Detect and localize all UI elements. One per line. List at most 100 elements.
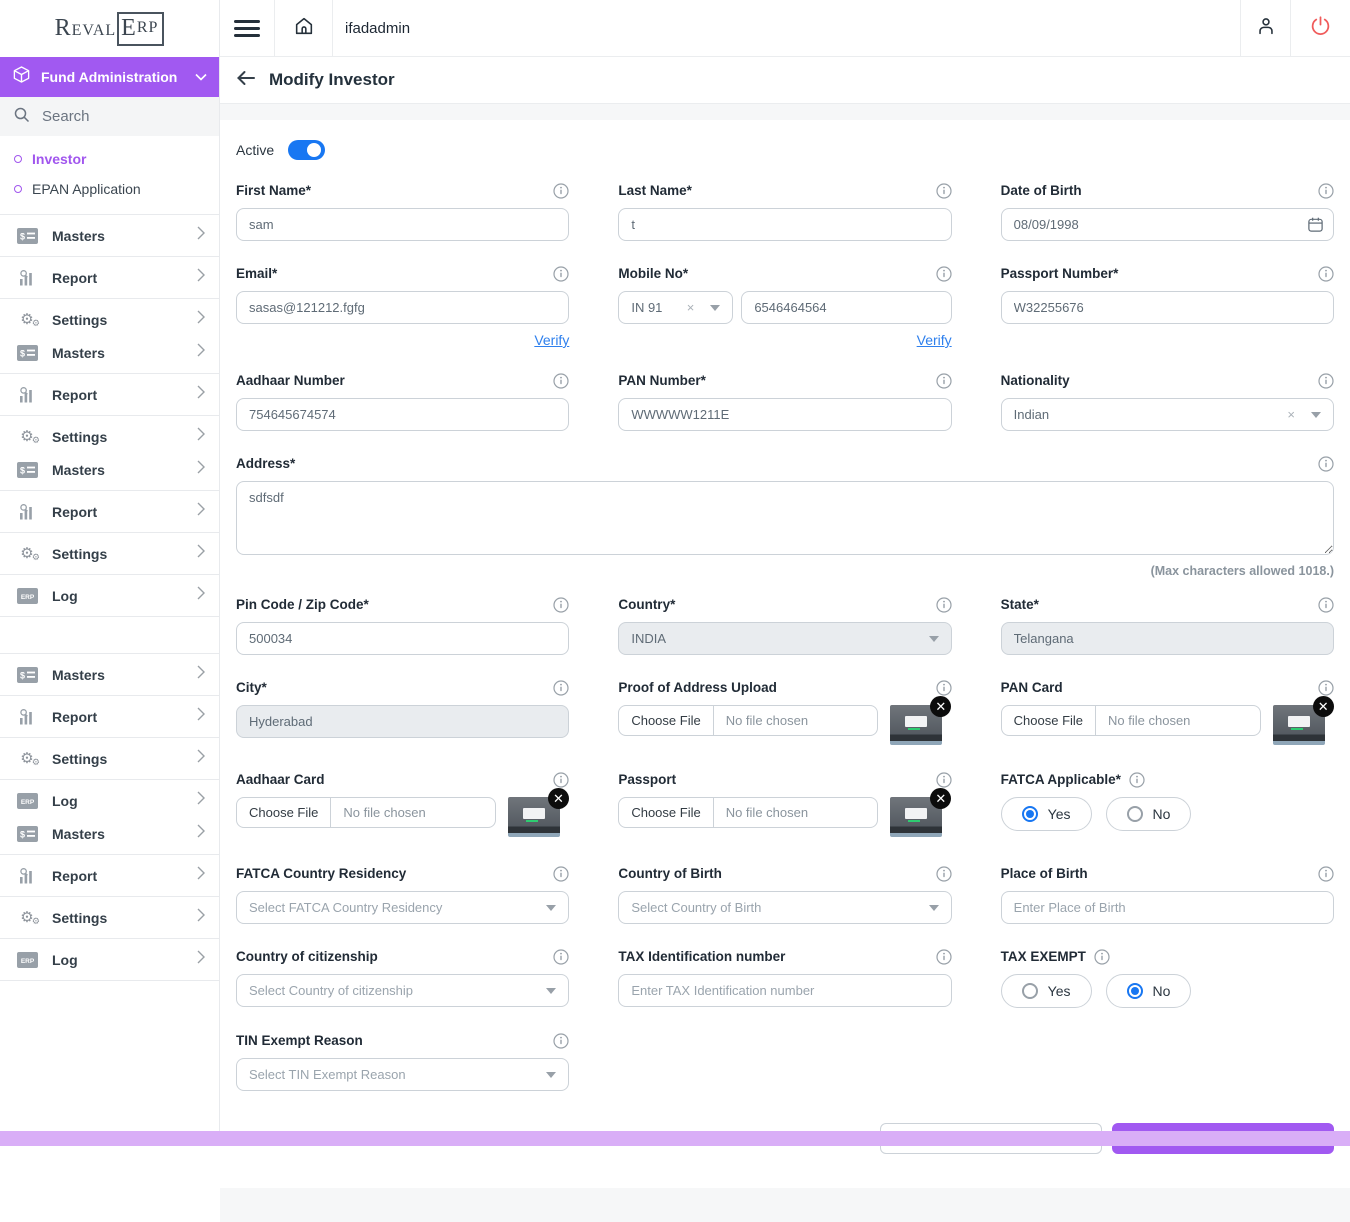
info-icon[interactable] bbox=[553, 373, 569, 389]
info-icon[interactable] bbox=[936, 680, 952, 696]
remove-file-icon[interactable]: ✕ bbox=[1313, 696, 1334, 717]
info-icon[interactable] bbox=[1318, 266, 1334, 282]
sidebar-menu-item[interactable]: Report bbox=[0, 854, 219, 896]
back-button[interactable] bbox=[236, 70, 256, 91]
pan-card-file-input[interactable]: Choose File No file chosen bbox=[1001, 705, 1261, 736]
info-icon[interactable] bbox=[553, 1033, 569, 1049]
fatca-country-select[interactable]: Select FATCA Country Residency bbox=[236, 891, 569, 924]
sidebar-menu-item[interactable]: ⚙⚙Settings$Masters bbox=[0, 415, 219, 490]
info-icon[interactable] bbox=[1318, 456, 1334, 472]
calendar-icon[interactable] bbox=[1307, 216, 1324, 238]
logout-button[interactable] bbox=[1290, 0, 1350, 56]
tin-exempt-reason-select[interactable]: Select TIN Exempt Reason bbox=[236, 1058, 569, 1091]
info-icon[interactable] bbox=[553, 597, 569, 613]
passport-file-input[interactable]: Choose File No file chosen bbox=[618, 797, 878, 828]
info-icon[interactable] bbox=[553, 266, 569, 282]
choose-file-button[interactable]: Choose File bbox=[619, 706, 713, 735]
info-icon[interactable] bbox=[553, 866, 569, 882]
place-of-birth-input[interactable] bbox=[1001, 891, 1334, 924]
remove-file-icon[interactable]: ✕ bbox=[930, 696, 951, 717]
info-icon[interactable] bbox=[1318, 680, 1334, 696]
info-icon[interactable] bbox=[1318, 183, 1334, 199]
proof-of-address-thumbnail[interactable]: ✕ bbox=[890, 705, 942, 745]
settings-icon: ⚙⚙ bbox=[16, 751, 38, 766]
sidebar-menu-item[interactable]: ERPLog bbox=[0, 938, 219, 981]
aadhaar-card-thumbnail[interactable]: ✕ bbox=[508, 797, 560, 837]
page-title-bar: Modify Investor bbox=[220, 57, 1350, 104]
info-icon[interactable] bbox=[1094, 949, 1110, 965]
aadhaar-card-file-input[interactable]: Choose File No file chosen bbox=[236, 797, 496, 828]
info-icon[interactable] bbox=[1318, 866, 1334, 882]
passport-number-input[interactable] bbox=[1001, 291, 1334, 324]
info-icon[interactable] bbox=[1129, 772, 1145, 788]
module-selector[interactable]: Fund Administration bbox=[0, 57, 219, 97]
info-icon[interactable] bbox=[936, 949, 952, 965]
choose-file-button[interactable]: Choose File bbox=[619, 798, 713, 827]
sidebar-item-epan-application[interactable]: EPAN Application bbox=[0, 174, 219, 204]
sidebar-menu-item[interactable]: Report bbox=[0, 695, 219, 737]
citizenship-select[interactable]: Select Country of citizenship bbox=[236, 974, 569, 1007]
tax-exempt-yes-radio[interactable]: Yes bbox=[1001, 974, 1092, 1008]
remove-file-icon[interactable]: ✕ bbox=[548, 788, 569, 809]
pan-card-thumbnail[interactable]: ✕ bbox=[1273, 705, 1325, 745]
profile-button[interactable] bbox=[1240, 0, 1290, 56]
sidebar-menu-item[interactable]: ERPLog$Masters bbox=[0, 779, 219, 854]
nationality-select[interactable]: Indian × bbox=[1001, 398, 1334, 431]
sidebar-menu-item[interactable]: ⚙⚙Settings bbox=[0, 896, 219, 938]
email-input[interactable] bbox=[236, 291, 569, 324]
passport-thumbnail[interactable]: ✕ bbox=[890, 797, 942, 837]
fatca-no-radio[interactable]: No bbox=[1106, 797, 1192, 831]
clear-icon[interactable]: × bbox=[1287, 407, 1295, 422]
sidebar-menu-item[interactable]: $Masters bbox=[0, 653, 219, 695]
sidebar-item-investor[interactable]: Investor bbox=[0, 144, 219, 174]
home-button[interactable] bbox=[275, 0, 333, 56]
sidebar-menu-item[interactable]: $Masters bbox=[0, 214, 219, 256]
dob-input[interactable] bbox=[1001, 208, 1334, 241]
info-icon[interactable] bbox=[1318, 373, 1334, 389]
sidebar-menu-item[interactable]: Report bbox=[0, 490, 219, 532]
email-verify-link[interactable]: Verify bbox=[236, 332, 569, 348]
sidebar-menu-item[interactable]: Report bbox=[0, 256, 219, 298]
fatca-yes-radio[interactable]: Yes bbox=[1001, 797, 1092, 831]
tax-exempt-no-radio[interactable]: No bbox=[1106, 974, 1192, 1008]
info-icon[interactable] bbox=[936, 183, 952, 199]
choose-file-button[interactable]: Choose File bbox=[1002, 706, 1096, 735]
pin-code-input[interactable] bbox=[236, 622, 569, 655]
sidebar-menu-item[interactable]: ⚙⚙Settings bbox=[0, 737, 219, 779]
first-name-input[interactable] bbox=[236, 208, 569, 241]
country-of-birth-select[interactable]: Select Country of Birth bbox=[618, 891, 951, 924]
active-toggle[interactable] bbox=[288, 140, 325, 160]
radio-icon bbox=[1127, 983, 1143, 999]
sidebar-search[interactable]: Search bbox=[0, 97, 219, 136]
info-icon[interactable] bbox=[936, 266, 952, 282]
aadhaar-number-input[interactable] bbox=[236, 398, 569, 431]
pan-number-input[interactable] bbox=[618, 398, 951, 431]
info-icon[interactable] bbox=[936, 772, 952, 788]
address-textarea[interactable]: sdfsdf bbox=[236, 481, 1334, 555]
info-icon[interactable] bbox=[553, 183, 569, 199]
info-icon[interactable] bbox=[936, 373, 952, 389]
masters-icon: $ bbox=[16, 462, 38, 478]
sidebar-menu-item[interactable]: Report bbox=[0, 373, 219, 415]
mobile-input[interactable] bbox=[741, 291, 951, 324]
mobile-verify-link[interactable]: Verify bbox=[618, 332, 951, 348]
country-code-select[interactable]: IN 91 × bbox=[618, 291, 733, 324]
remove-file-icon[interactable]: ✕ bbox=[930, 788, 951, 809]
info-icon[interactable] bbox=[553, 680, 569, 696]
tax-id-input[interactable] bbox=[618, 974, 951, 1007]
sidebar-menu-item[interactable]: ERPLog bbox=[0, 574, 219, 616]
menu-toggle-button[interactable] bbox=[220, 0, 275, 56]
info-icon[interactable] bbox=[1318, 597, 1334, 613]
proof-of-address-file-input[interactable]: Choose File No file chosen bbox=[618, 705, 878, 736]
info-icon[interactable] bbox=[936, 597, 952, 613]
sidebar-menu-item[interactable]: ⚙⚙Settings$Masters bbox=[0, 298, 219, 373]
choose-file-button[interactable]: Choose File bbox=[237, 798, 331, 827]
info-icon[interactable] bbox=[553, 772, 569, 788]
last-name-input[interactable] bbox=[618, 208, 951, 241]
clear-icon[interactable]: × bbox=[687, 300, 695, 315]
info-icon[interactable] bbox=[936, 866, 952, 882]
info-icon[interactable] bbox=[553, 949, 569, 965]
sidebar-menu-item[interactable]: ⚙⚙Settings bbox=[0, 532, 219, 574]
mobile-label: Mobile No* bbox=[618, 266, 688, 281]
country-select[interactable]: INDIA bbox=[618, 622, 951, 655]
